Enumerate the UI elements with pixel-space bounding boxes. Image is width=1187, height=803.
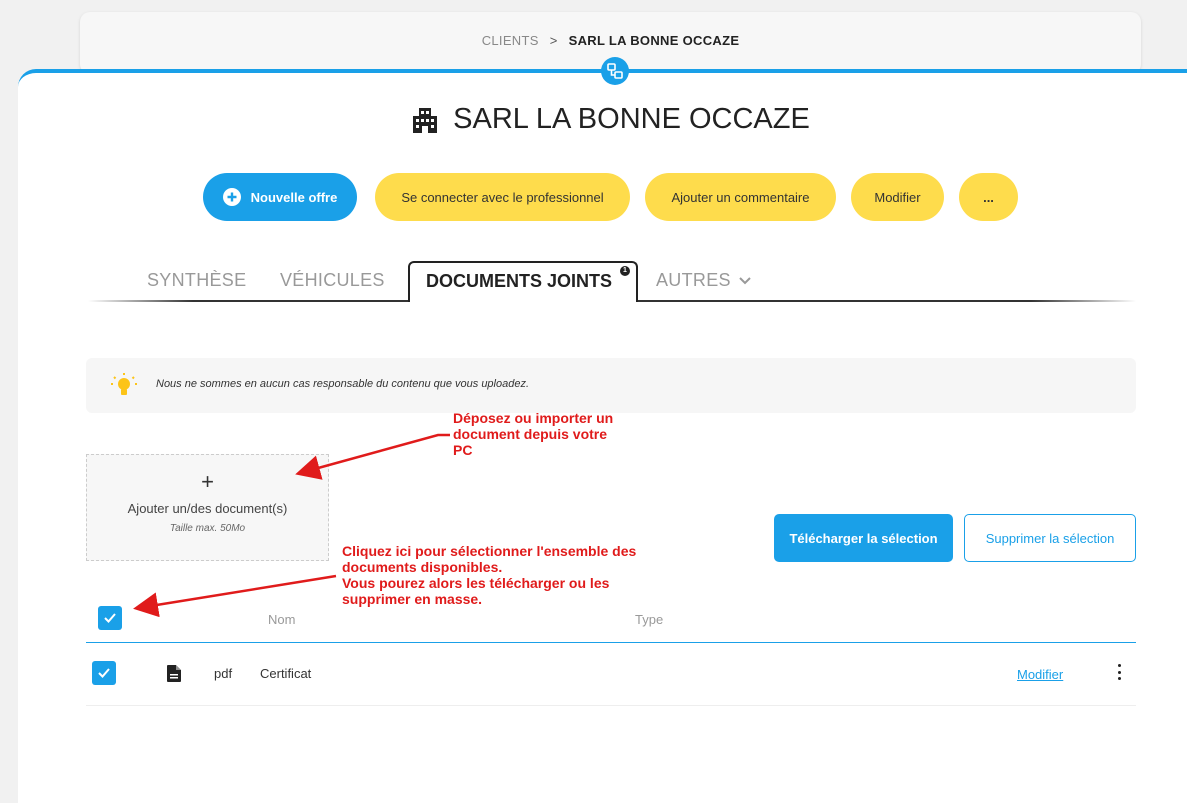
annotation-upload-line: PC bbox=[453, 442, 473, 458]
breadcrumb-separator: > bbox=[549, 33, 558, 48]
notice-banner: Nous ne sommes en aucun cas responsable … bbox=[86, 358, 1136, 413]
upload-dropzone[interactable]: + Ajouter un/des document(s) Taille max.… bbox=[86, 454, 329, 561]
page-title: SARL LA BONNE OCCAZE bbox=[0, 103, 1187, 136]
column-header-type[interactable]: Type bbox=[635, 612, 663, 627]
annotation-select-line: Cliquez ici pour sélectionner l'ensemble… bbox=[342, 543, 637, 559]
connect-pro-button[interactable]: Se connecter avec le professionnel bbox=[375, 173, 630, 221]
upload-plus: + bbox=[201, 469, 214, 494]
annotation-select-line: documents disponibles. bbox=[342, 559, 503, 575]
annotation-select-line: Vous pourez alors les télécharger ou les bbox=[342, 575, 610, 591]
row-checkbox[interactable] bbox=[92, 661, 116, 685]
upload-label: Ajouter un/des document(s) bbox=[127, 501, 288, 516]
tab-documents-joints[interactable]: DOCUMENTS JOINTS bbox=[408, 261, 638, 302]
checkmark-icon bbox=[98, 668, 110, 678]
download-selection-button[interactable]: Télécharger la sélection bbox=[774, 514, 953, 562]
building-icon bbox=[413, 107, 438, 133]
tab-documents-label: DOCUMENTS JOINTS bbox=[426, 271, 613, 291]
tab-synthese[interactable]: SYNTHÈSE bbox=[147, 270, 246, 291]
breadcrumb: CLIENTS > SARL LA BONNE OCCAZE bbox=[80, 33, 1141, 48]
more-button[interactable]: ... bbox=[959, 173, 1018, 221]
file-icon bbox=[167, 665, 181, 682]
annotation-upload-line: document depuis votre bbox=[453, 426, 608, 442]
breadcrumb-clients[interactable]: CLIENTS bbox=[482, 33, 539, 48]
tab-vehicules[interactable]: VÉHICULES bbox=[280, 270, 385, 291]
notice-text: Nous ne sommes en aucun cas responsable … bbox=[156, 378, 530, 390]
checkmark-icon bbox=[104, 613, 116, 623]
tab-autres-label: AUTRES bbox=[656, 270, 731, 290]
row-name: Certificat bbox=[260, 666, 312, 681]
edit-button[interactable]: Modifier bbox=[851, 173, 944, 221]
lightbulb-icon bbox=[111, 373, 137, 395]
new-offer-label: Nouvelle offre bbox=[250, 189, 338, 205]
breadcrumb-current: SARL LA BONNE OCCAZE bbox=[568, 33, 740, 48]
kebab-menu-icon[interactable] bbox=[1114, 664, 1124, 680]
annotation-upload-line: Déposez ou importer un bbox=[453, 410, 614, 426]
row-edit-link[interactable]: Modifier bbox=[1017, 667, 1063, 682]
row-type: pdf bbox=[214, 666, 233, 681]
annotation-select: Cliquez ici pour sélectionner l'ensemble… bbox=[342, 543, 636, 607]
annotation-upload: Déposez ou importer un document depuis v… bbox=[453, 410, 613, 458]
new-offer-button[interactable]: Nouvelle offre bbox=[203, 173, 357, 221]
tab-autres[interactable]: AUTRES bbox=[656, 270, 752, 291]
hierarchy-icon[interactable] bbox=[601, 57, 629, 85]
table-header-divider bbox=[86, 642, 1136, 643]
company-name: SARL LA BONNE OCCAZE bbox=[453, 103, 810, 135]
column-header-name[interactable]: Nom bbox=[268, 612, 295, 627]
upload-size-hint: Taille max. 50Mo bbox=[169, 523, 246, 534]
select-all-checkbox[interactable] bbox=[98, 606, 122, 630]
annotation-select-line: supprimer en masse. bbox=[342, 591, 483, 607]
tab-documents-badge: 1 bbox=[620, 266, 630, 276]
add-comment-button[interactable]: Ajouter un commentaire bbox=[645, 173, 836, 221]
chevron-down-icon bbox=[739, 277, 751, 285]
delete-selection-button[interactable]: Supprimer la sélection bbox=[964, 514, 1136, 562]
plus-circle-icon bbox=[222, 188, 241, 206]
row-divider bbox=[86, 705, 1136, 706]
